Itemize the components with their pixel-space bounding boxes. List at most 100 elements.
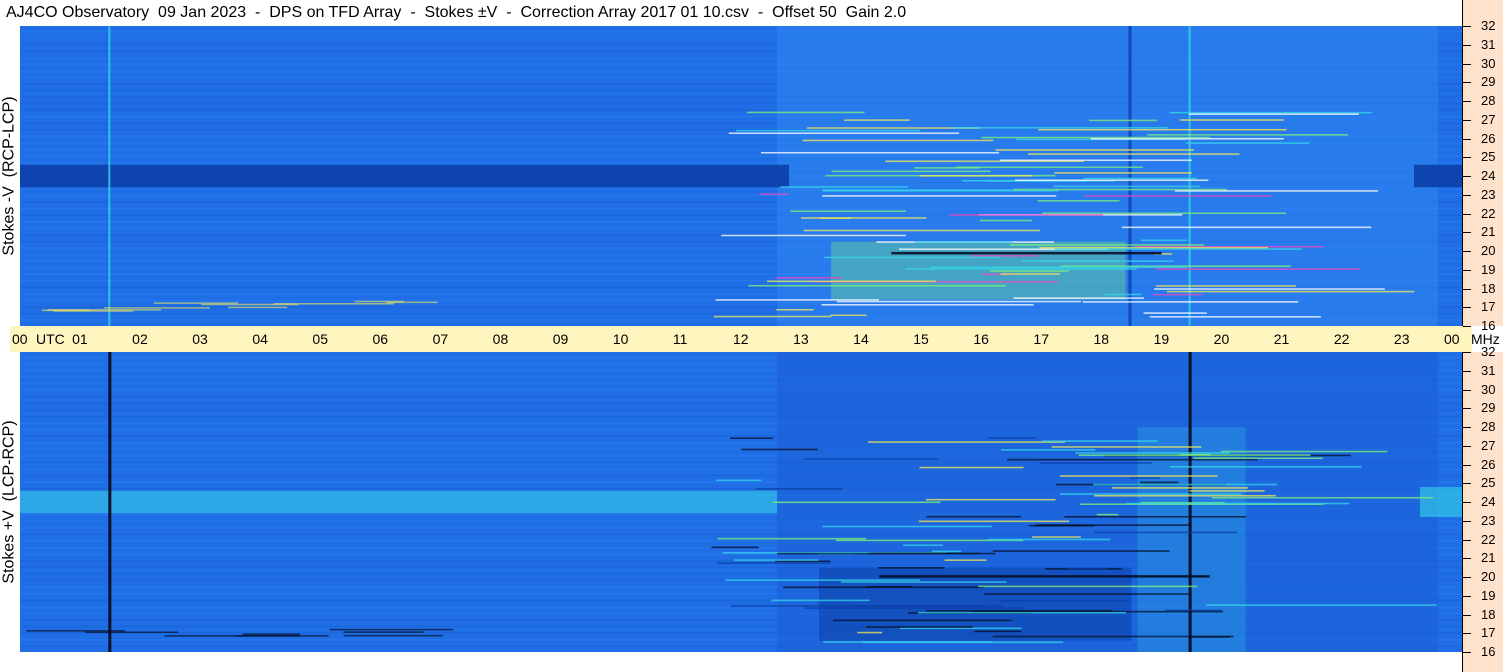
time-tick-label: 09: [552, 331, 569, 347]
heatmap-interference-streak: [713, 315, 832, 318]
heatmap-interference-streak: [931, 550, 962, 553]
heatmap-interference-streak: [1009, 244, 1205, 246]
freq-tick-label: 18: [1481, 280, 1496, 296]
heatmap-band-24mhz: [20, 490, 778, 514]
heatmap-interference-streak: [790, 210, 907, 213]
freq-tick-label: 22: [1481, 205, 1496, 221]
heatmap-interference-streak: [715, 299, 879, 301]
heatmap-interference-streak: [1166, 290, 1415, 293]
heatmap-interference-streak: [999, 159, 1192, 162]
heatmap-interference-streak: [1013, 188, 1227, 191]
heatmap-interference-streak: [833, 619, 1012, 622]
heatmap-interference-streak: [772, 501, 941, 504]
freq-tick-mark: [1463, 307, 1471, 309]
freq-tick-mark: [1463, 539, 1471, 541]
heatmap-interference-streak: [771, 599, 870, 602]
heatmap-interference-streak: [1037, 200, 1120, 202]
heatmap-interference-streak: [1090, 137, 1284, 140]
heatmap-interference-streak: [776, 308, 814, 311]
freq-tick-mark: [1463, 119, 1471, 121]
freq-tick-label: 31: [1481, 36, 1496, 52]
heatmap-interference-streak: [1054, 248, 1303, 250]
heatmap-interference-streak: [1155, 285, 1297, 287]
heatmap-interference-streak: [1015, 179, 1209, 182]
heatmap-interference-streak: [1140, 239, 1188, 242]
heatmap-interference-streak: [775, 277, 842, 279]
heatmap-interference-streak: [822, 195, 1057, 197]
heatmap-interference-streak: [990, 270, 1069, 272]
time-tick-label: 18: [1093, 331, 1110, 347]
freq-tick-mark: [1463, 176, 1471, 177]
heatmap-interference-streak: [1104, 293, 1142, 296]
time-tick-label: 03: [192, 331, 208, 347]
heatmap-interference-streak: [1007, 458, 1258, 461]
heatmap-interference-streak: [1152, 293, 1203, 296]
time-tick-label: 06: [372, 331, 389, 347]
heatmap-interference-streak: [747, 111, 865, 114]
heatmap-interference-streak: [1191, 636, 1231, 638]
heatmap-interference-streak: [822, 525, 992, 528]
freq-tick-mark: [1463, 464, 1471, 466]
heatmap-night-streak: [201, 303, 299, 306]
freq-tick-label: 28: [1481, 419, 1496, 434]
heatmap-interference-streak: [755, 488, 843, 490]
heatmap-interference-streak: [988, 538, 1111, 541]
heatmap-interference-streak: [944, 559, 987, 561]
heatmap-interference-streak: [1028, 153, 1240, 155]
time-tick-label: 07: [432, 331, 449, 347]
heatmap-interference-streak: [1039, 462, 1152, 464]
heatmap-interference-streak: [919, 466, 1024, 469]
heatmap-interference-streak: [721, 234, 906, 237]
freq-tick-mark: [1463, 101, 1471, 102]
heatmap-band-24mhz-end: [1419, 487, 1462, 517]
heatmap-interference-region: [831, 241, 1126, 300]
freq-tick-mark: [1463, 63, 1471, 65]
heatmap-interference-streak: [974, 630, 1022, 633]
heatmap-interference-streak: [971, 254, 1039, 257]
heatmap-interference-streak: [1179, 453, 1211, 456]
heatmap-interference-streak: [956, 166, 1143, 169]
freq-tick-label: 31: [1481, 362, 1496, 378]
freq-tick-mark: [1463, 251, 1471, 252]
freq-tick-label: 23: [1481, 186, 1496, 202]
freq-tick-mark: [1463, 82, 1471, 84]
freq-tick-label: 20: [1481, 569, 1496, 584]
freq-tick-label: 32: [1481, 18, 1496, 33]
time-tick-label: 20: [1213, 331, 1230, 347]
freq-tick-mark: [1463, 408, 1471, 410]
heatmap-night-streak: [343, 631, 424, 633]
heatmap-interference-streak: [836, 300, 1081, 303]
freq-tick-mark: [1463, 614, 1471, 616]
freq-tick-mark: [1463, 389, 1471, 391]
heatmap-interference-streak: [1083, 177, 1197, 180]
time-tick-label: 22: [1333, 331, 1350, 347]
heatmap-vertical-line: [108, 26, 111, 326]
heatmap-interference-streak: [1129, 477, 1161, 479]
heatmap-interference-streak: [905, 268, 1137, 270]
time-tick-label: 15: [913, 331, 929, 347]
heatmap-interference-streak: [1082, 301, 1299, 303]
heatmap-interference-streak: [868, 441, 1066, 443]
heatmap-night-streak: [227, 306, 288, 309]
heatmap-interference-streak: [918, 520, 1070, 523]
freq-tick-label: 30: [1481, 381, 1496, 397]
freq-tick-label: 26: [1481, 130, 1496, 146]
frequency-axis-bottom: 32 31 30 29 28 27 26 25 24 23 22 21 20 19 18 17 16: [1462, 345, 1503, 672]
time-tick-label: 00: [12, 331, 28, 347]
heatmap-interference-streak: [1064, 515, 1247, 518]
heatmap-interference-streak: [1096, 513, 1119, 516]
freq-tick-mark: [1463, 595, 1471, 597]
freq-tick-mark: [1463, 445, 1471, 447]
heatmap-night-streak: [41, 309, 91, 312]
heatmap-interference-streak: [926, 515, 1021, 518]
freq-tick-mark: [1463, 269, 1471, 271]
heatmap-vertical-line: [108, 352, 112, 652]
heatmap-night-streak: [329, 628, 453, 631]
freq-tick-mark: [1463, 577, 1471, 578]
heatmap-interference-streak: [1126, 502, 1350, 505]
time-tick-label: 10: [612, 331, 629, 347]
heatmap-interference-streak: [1052, 185, 1200, 188]
heatmap-interference-streak: [1185, 142, 1310, 144]
heatmap-interference-streak: [1205, 604, 1437, 606]
heatmap-night-streak: [236, 635, 329, 637]
